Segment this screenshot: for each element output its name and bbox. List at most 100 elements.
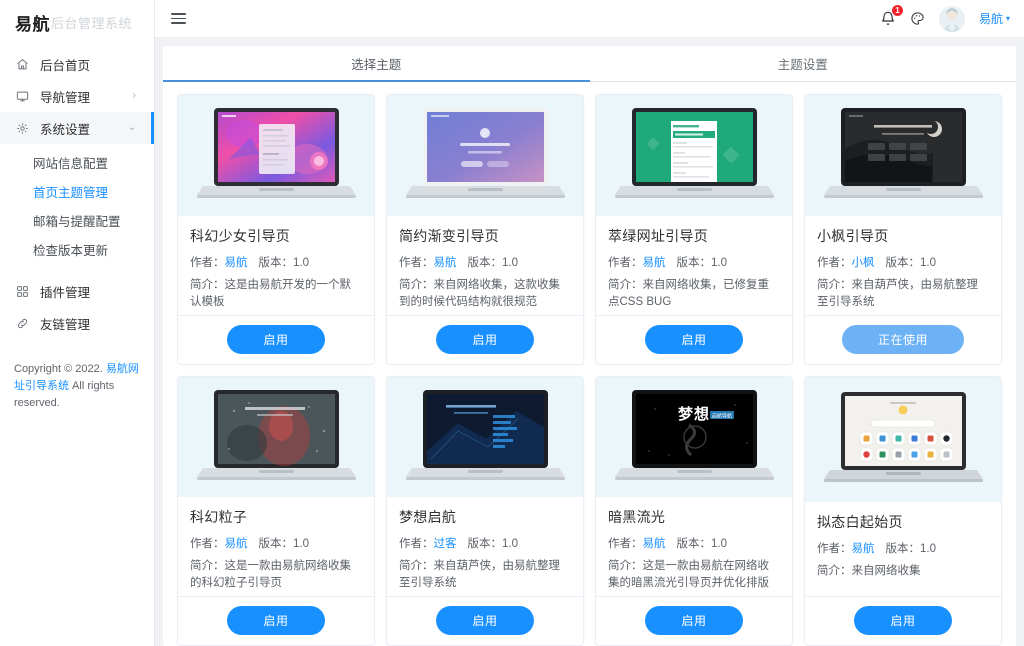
sidebar-item-label: 系统设置 (40, 122, 91, 137)
enable-theme-button[interactable]: 启用 (227, 324, 325, 354)
intro-label: 简介： (608, 278, 643, 291)
enable-theme-button[interactable]: 启用 (645, 324, 743, 354)
laptop-mockup-white-neu (823, 392, 983, 482)
sidebar-subitem-home-theme[interactable]: 首页主题管理 (0, 177, 154, 206)
chevron-down-icon: ▾ (1005, 14, 1010, 23)
theme-card[interactable]: 梦想 启航导航 暗黑流光 作者：易航 版本：1.0 简介：这是一款由易航在网络收… (595, 375, 793, 646)
intro-label: 简介： (190, 278, 225, 291)
chevron-down-icon: ⌄ (127, 122, 136, 133)
theme-card-footer: 启用 (387, 314, 583, 364)
theme-name: 暗黑流光 (608, 509, 666, 525)
theme-author[interactable]: 过客 (434, 538, 457, 550)
theme-name: 小枫引导页 (817, 227, 889, 244)
theme-description: 简介：这是一款由易航网络收集的科幻粒子引导页 (190, 558, 362, 592)
theme-author[interactable]: 易航 (852, 543, 875, 555)
theme-panel: 选择主题 主题设置 科幻少女引导页 作者：易航 版本：1.0 简介：这是由易航开… (163, 46, 1016, 646)
theme-meta: 作者：易航 版本：1.0 (817, 540, 989, 556)
theme-description: 简介：这是由易航开发的一个默认模板 (190, 277, 362, 311)
user-menu[interactable]: 易航 ▾ (979, 10, 1010, 27)
enable-theme-button[interactable]: 启用 (436, 324, 534, 354)
intro-label: 简介： (399, 278, 434, 291)
theme-meta: 作者：易航 版本：1.0 (399, 254, 571, 270)
laptop-mockup-dark-maple (823, 108, 983, 199)
theme-desc-text: 来自网络收集 (851, 564, 921, 577)
tab-label: 选择主题 (351, 58, 402, 72)
sidebar-subitem-mail-notify[interactable]: 邮箱与提醒配置 (0, 206, 154, 235)
sidebar-item-nav-management[interactable]: 导航管理 › (0, 80, 154, 112)
author-label: 作者： (608, 538, 643, 550)
theme-author[interactable]: 易航 (225, 257, 248, 269)
sidebar-subitem-site-info[interactable]: 网站信息配置 (0, 148, 154, 177)
author-label: 作者： (190, 256, 225, 269)
tab-select-theme[interactable]: 选择主题 (163, 46, 590, 82)
sidebar-item-home[interactable]: 后台首页 (0, 48, 154, 80)
theme-info: 科幻粒子 作者：易航 版本：1.0 简介：这是一款由易航网络收集的科幻粒子引导页 (178, 497, 374, 596)
laptop-mockup-blue-tech (405, 389, 565, 480)
theme-version: 版本：1.0 (885, 256, 937, 269)
hamburger-icon[interactable] (171, 13, 186, 24)
laptop-mockup-black-dream: 梦想 启航导航 (614, 389, 774, 480)
theme-meta: 作者：易航 版本：1.0 (608, 254, 780, 270)
theme-name: 科幻粒子 (190, 509, 248, 525)
palette-icon[interactable] (910, 11, 925, 26)
topbar-right: 1 易航 ▾ (880, 4, 1010, 32)
enable-theme-button[interactable]: 启用 (645, 606, 743, 635)
theme-version: 版本：1.0 (676, 538, 728, 550)
intro-label: 简介： (190, 560, 225, 572)
theme-description: 简介：来自网络收集 (817, 563, 989, 580)
theme-author[interactable]: 易航 (643, 257, 666, 269)
theme-version: 版本：1.0 (885, 542, 937, 555)
theme-author[interactable]: 易航 (434, 257, 457, 269)
theme-version: 版本：1.0 (258, 256, 310, 269)
theme-description: 简介：来自葫芦侠，由易航整理至引导系统 (817, 277, 989, 311)
sidebar-subitem-label: 邮箱与提醒配置 (33, 215, 121, 229)
theme-author[interactable]: 小枫 (852, 257, 875, 269)
theme-card[interactable]: 科幻少女引导页 作者：易航 版本：1.0 简介：这是由易航开发的一个默认模板 启用 (177, 94, 375, 365)
topbar: 1 易航 ▾ (155, 0, 1024, 38)
theme-name: 梦想启航 (399, 509, 457, 525)
sidebar-item-plugin-management[interactable]: 插件管理 (0, 275, 154, 307)
theme-description: 简介：来自网络收集，已修复重点CSS BUG (608, 277, 780, 311)
theme-card[interactable]: 拟态白起始页 作者：易航 版本：1.0 简介：来自网络收集 启用 (804, 375, 1002, 646)
enable-theme-button[interactable]: 启用 (854, 606, 952, 635)
gear-icon (14, 122, 31, 135)
enable-theme-button[interactable]: 启用 (227, 606, 325, 635)
theme-card[interactable]: 小枫引导页 作者：小枫 版本：1.0 简介：来自葫芦侠，由易航整理至引导系统 正在… (804, 94, 1002, 365)
theme-card[interactable]: 科幻粒子 作者：易航 版本：1.0 简介：这是一款由易航网络收集的科幻粒子引导页 … (177, 375, 375, 646)
theme-thumbnail (596, 95, 792, 216)
theme-card[interactable]: 简约渐变引导页 作者：易航 版本：1.0 简介：来自网络收集，这款收集到的时候代码… (386, 94, 584, 365)
theme-info: 小枫引导页 作者：小枫 版本：1.0 简介：来自葫芦侠，由易航整理至引导系统 (805, 216, 1001, 315)
notification-bell-icon[interactable]: 1 (880, 4, 903, 27)
sidebar-item-friend-links[interactable]: 友链管理 (0, 307, 154, 339)
author-label: 作者： (399, 256, 434, 269)
theme-author[interactable]: 易航 (643, 538, 666, 550)
link-icon (14, 317, 31, 330)
avatar[interactable] (938, 5, 965, 32)
sidebar-subitem-version-check[interactable]: 检查版本更新 (0, 235, 154, 264)
theme-description: 简介：来自网络收集，这款收集到的时候代码结构就很规范 (399, 277, 571, 311)
theme-version: 版本：1.0 (676, 256, 728, 269)
menu-spacer (0, 266, 154, 275)
logo[interactable]: 易航 后台管理系统 (0, 4, 154, 40)
in-use-button[interactable]: 正在使用 (841, 324, 964, 354)
theme-thumbnail (805, 376, 1001, 502)
sidebar-item-label: 导航管理 (40, 90, 91, 105)
enable-theme-button[interactable]: 启用 (436, 606, 534, 635)
svg-text:梦想: 梦想 (677, 405, 709, 423)
theme-author[interactable]: 易航 (225, 538, 248, 550)
theme-card[interactable]: 萃绿网址引导页 作者：易航 版本：1.0 简介：来自网络收集，已修复重点CSS B… (595, 94, 793, 365)
theme-name: 简约渐变引导页 (399, 227, 500, 244)
sidebar-item-system-settings[interactable]: 系统设置 ⌄ (0, 112, 154, 144)
copyright-prefix: Copyright © 2022. (14, 363, 106, 375)
laptop-mockup-particle (196, 389, 356, 480)
theme-grid: 科幻少女引导页 作者：易航 版本：1.0 简介：这是由易航开发的一个默认模板 启用 (163, 82, 1016, 646)
theme-info: 暗黑流光 作者：易航 版本：1.0 简介：这是一款由易航在网络收集的暗黑流光引导页… (596, 497, 792, 596)
theme-info: 简约渐变引导页 作者：易航 版本：1.0 简介：来自网络收集，这款收集到的时候代码… (387, 216, 583, 315)
theme-card[interactable]: 梦想启航 作者：过客 版本：1.0 简介：来自葫芦侠，由易航整理至引导系统 启用 (386, 375, 584, 646)
intro-label: 简介： (817, 278, 852, 291)
theme-info: 拟态白起始页 作者：易航 版本：1.0 简介：来自网络收集 (805, 502, 1001, 597)
theme-card-footer: 启用 (596, 314, 792, 364)
theme-description: 简介：这是一款由易航在网络收集的暗黑流光引导页并优化排版 (608, 558, 780, 592)
tab-theme-settings[interactable]: 主题设置 (590, 46, 1017, 81)
sidebar-subitem-label: 检查版本更新 (33, 244, 109, 258)
